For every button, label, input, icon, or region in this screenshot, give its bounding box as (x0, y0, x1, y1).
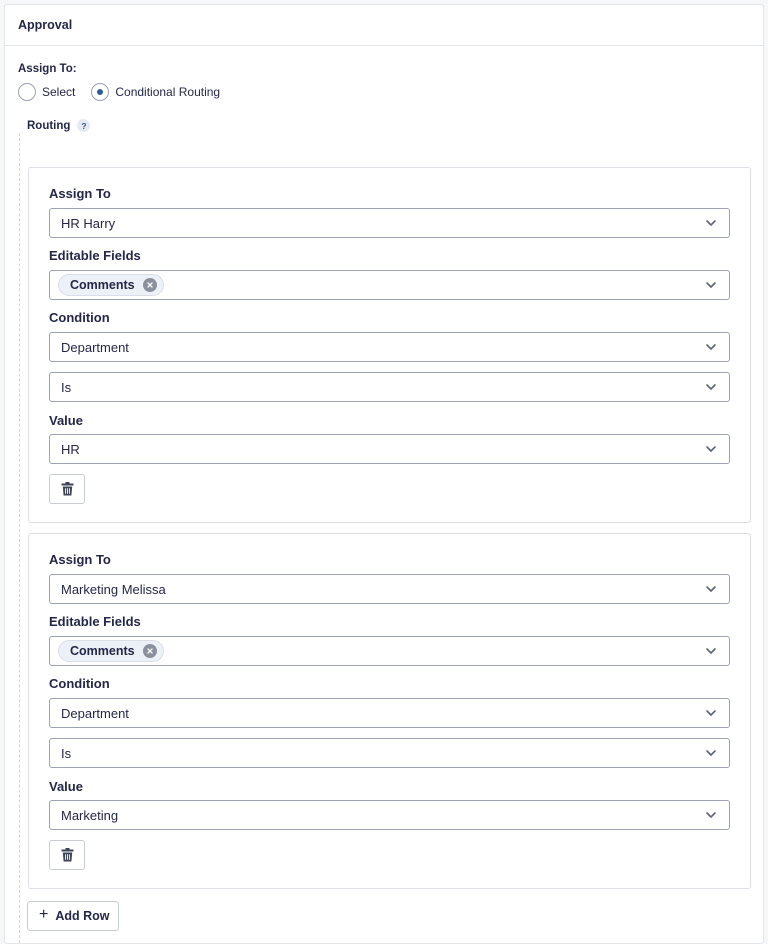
routing-header: Routing ? (27, 119, 91, 132)
delete-route-button[interactable] (49, 474, 85, 504)
panel-title: Approval (5, 5, 763, 46)
close-icon[interactable] (142, 644, 157, 658)
radio-select[interactable]: Select (18, 83, 75, 101)
routing-guide-line (19, 133, 20, 943)
assign-to-select[interactable]: Marketing Melissa (49, 574, 730, 604)
condition-operator-value: Is (61, 379, 72, 395)
value-label: Value (49, 413, 83, 428)
tag-label: Comments (70, 278, 135, 292)
value-select[interactable]: HR (49, 434, 730, 464)
help-icon[interactable]: ? (77, 119, 91, 132)
value-value: HR (61, 441, 80, 457)
tag-label: Comments (70, 644, 135, 658)
value-value: Marketing (61, 807, 119, 823)
chevron-down-icon (706, 220, 716, 226)
chevron-down-icon (706, 344, 716, 350)
assign-to-label: Assign To: (18, 63, 77, 75)
radio-select-circle[interactable] (18, 83, 36, 101)
assign-to-select[interactable]: HR Harry (49, 208, 730, 238)
chevron-down-icon (706, 750, 716, 756)
condition-operator-select[interactable]: Is (49, 738, 730, 768)
editable-fields-label: Editable Fields (49, 614, 141, 629)
assign-to-field-label: Assign To (49, 552, 111, 567)
condition-label: Condition (49, 676, 110, 691)
condition-field-value: Department (61, 705, 129, 721)
editable-field-tag: Comments (58, 640, 164, 662)
trash-icon (61, 848, 73, 862)
condition-operator-select[interactable]: Is (49, 372, 730, 402)
trash-icon (61, 482, 73, 496)
add-row-button[interactable]: + Add Row (27, 901, 119, 931)
assign-to-value: Marketing Melissa (61, 581, 166, 597)
close-icon[interactable] (142, 278, 157, 292)
value-select[interactable]: Marketing (49, 800, 730, 830)
editable-fields-select[interactable]: Comments (49, 636, 730, 666)
assign-to-value: HR Harry (61, 215, 116, 231)
radio-conditional-routing[interactable]: Conditional Routing (91, 83, 220, 101)
chevron-down-icon (706, 586, 716, 592)
chevron-down-icon (706, 710, 716, 716)
chevron-down-icon (706, 648, 716, 654)
editable-fields-label: Editable Fields (49, 248, 141, 263)
plus-icon: + (39, 906, 49, 923)
chevron-down-icon (706, 384, 716, 390)
editable-field-tag: Comments (58, 274, 164, 296)
chevron-down-icon (706, 812, 716, 818)
radio-conditional-routing-label: Conditional Routing (115, 85, 221, 99)
approval-panel: Approval Assign To: Select Conditional R… (4, 4, 764, 944)
condition-field-select[interactable]: Department (49, 698, 730, 728)
chevron-down-icon (706, 446, 716, 452)
chevron-down-icon (706, 282, 716, 288)
route-card-2: Assign To Marketing Melissa Editable Fie… (28, 533, 751, 889)
condition-field-value: Department (61, 339, 129, 355)
delete-route-button[interactable] (49, 840, 85, 870)
add-row-label: Add Row (55, 909, 110, 923)
route-card-1: Assign To HR Harry Editable Fields Comme… (28, 167, 751, 523)
condition-field-select[interactable]: Department (49, 332, 730, 362)
radio-select-label: Select (42, 85, 76, 99)
condition-operator-value: Is (61, 745, 72, 761)
editable-fields-select[interactable]: Comments (49, 270, 730, 300)
routing-label: Routing (27, 119, 71, 132)
value-label: Value (49, 779, 83, 794)
assign-radio-group: Select Conditional Routing (18, 83, 236, 101)
condition-label: Condition (49, 310, 110, 325)
radio-conditional-routing-circle[interactable] (91, 83, 110, 101)
assign-to-field-label: Assign To (49, 186, 111, 201)
